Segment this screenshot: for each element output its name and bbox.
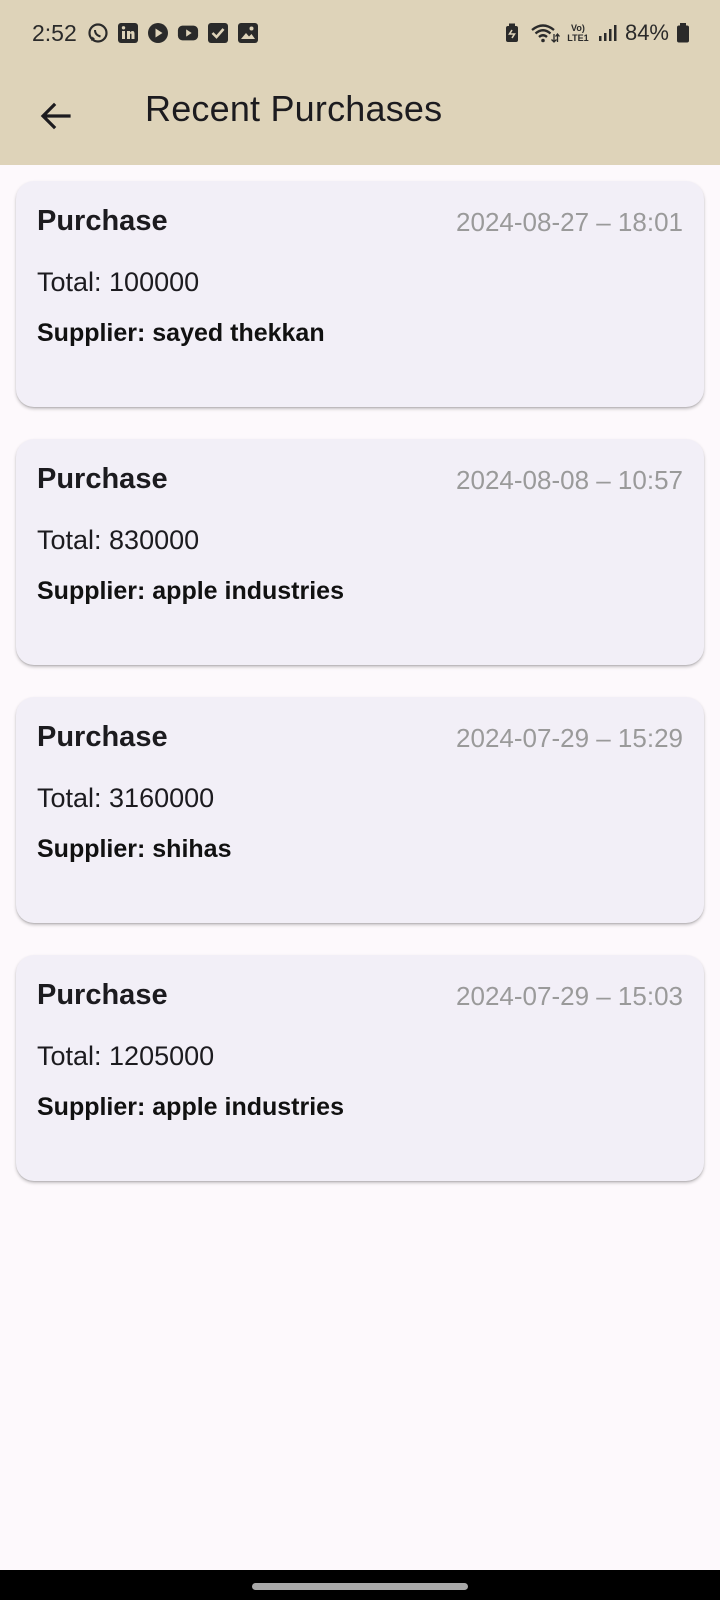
battery-saver-icon [501, 22, 523, 44]
purchase-date: 2024-08-08 – 10:57 [456, 465, 683, 495]
purchase-date: 2024-08-27 – 18:01 [456, 207, 683, 237]
volte-icon: Vo) LTE1 [567, 23, 589, 43]
purchase-card[interactable]: Purchase 2024-07-29 – 15:29 Total: 31600… [16, 697, 704, 923]
signal-icon [596, 22, 618, 44]
gallery-icon [237, 22, 259, 44]
purchase-supplier: Supplier: apple industries [37, 1093, 344, 1121]
checkbox-icon [207, 22, 229, 44]
purchase-total: Total: 1205000 [37, 1041, 215, 1071]
purchase-title: Purchase [37, 463, 168, 495]
app-bar: Recent Purchases [0, 66, 720, 165]
purchase-total: Total: 100000 [37, 267, 200, 297]
linkedin-icon [117, 22, 139, 44]
whatsapp-icon [87, 22, 109, 44]
purchase-title: Purchase [37, 721, 168, 753]
purchase-date: 2024-07-29 – 15:29 [456, 723, 683, 753]
back-button[interactable] [30, 90, 82, 142]
purchase-total: Total: 3160000 [37, 783, 215, 813]
youtube-icon [177, 22, 199, 44]
back-arrow-icon [40, 102, 71, 130]
purchase-title: Purchase [37, 205, 168, 237]
purchase-supplier: Supplier: shihas [37, 835, 232, 863]
battery-percent: 84% [624, 20, 669, 45]
status-left: 2:52 [32, 20, 259, 47]
purchase-card[interactable]: Purchase 2024-08-08 – 10:57 Total: 83000… [16, 439, 704, 665]
page-title: Recent Purchases [145, 88, 443, 129]
purchase-date: 2024-07-29 – 15:03 [456, 981, 683, 1011]
purchase-title: Purchase [37, 979, 168, 1011]
home-gesture-handle[interactable] [252, 1583, 468, 1590]
purchase-card[interactable]: Purchase 2024-08-27 – 18:01 Total: 10000… [16, 181, 704, 407]
purchase-total: Total: 830000 [37, 525, 200, 555]
purchase-list: Purchase 2024-08-27 – 18:01 Total: 10000… [16, 181, 704, 1213]
purchase-supplier: Supplier: apple industries [37, 577, 344, 605]
play-icon [147, 22, 169, 44]
purchase-supplier: Supplier: sayed thekkan [37, 319, 325, 347]
battery-icon [676, 22, 690, 44]
status-bar: 2:52 Vo) LTE1 84% [0, 0, 720, 66]
status-right: Vo) LTE1 84% [501, 20, 690, 46]
wifi-icon [530, 22, 560, 44]
status-time: 2:52 [32, 19, 77, 46]
purchase-card[interactable]: Purchase 2024-07-29 – 15:03 Total: 12050… [16, 955, 704, 1181]
